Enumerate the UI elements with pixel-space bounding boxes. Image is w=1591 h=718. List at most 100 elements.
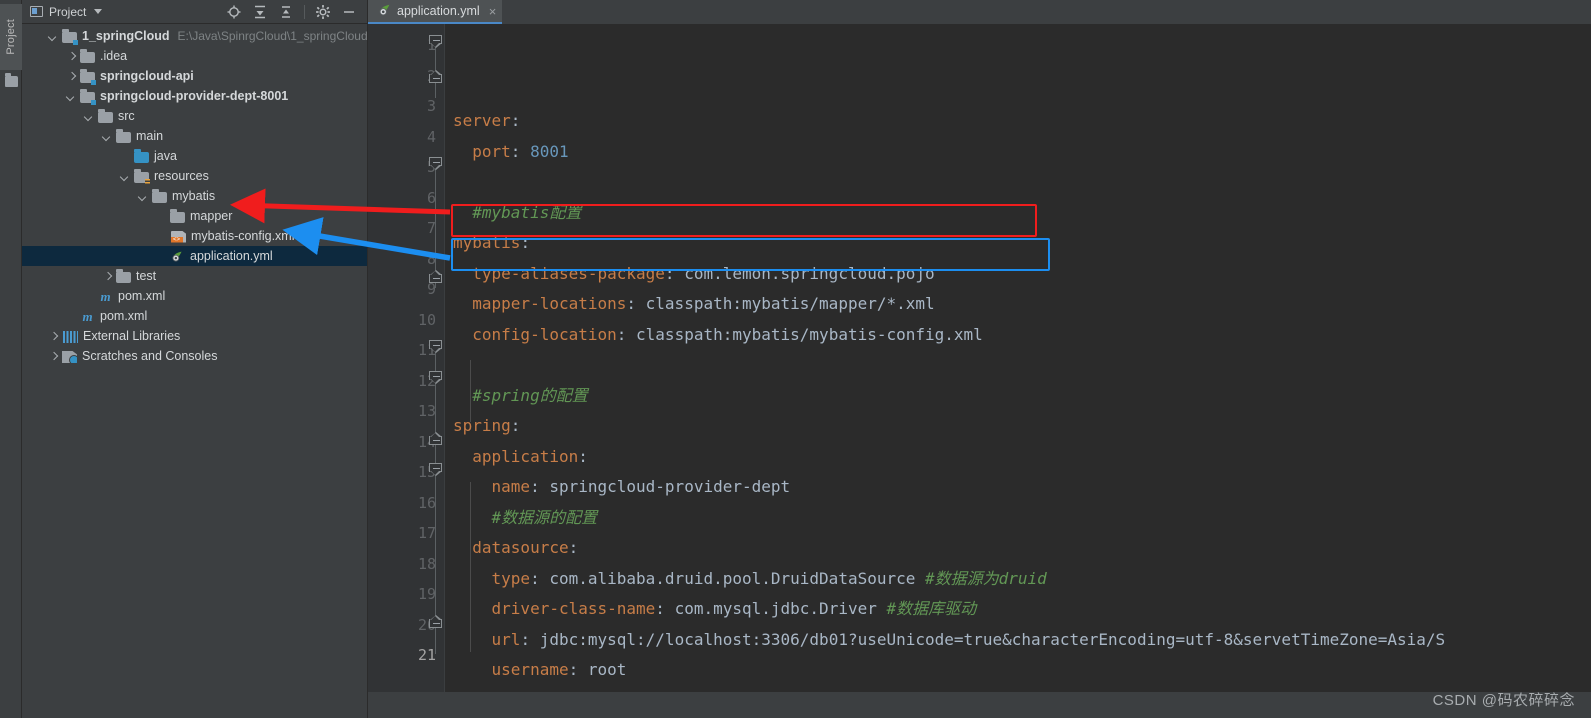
tree-row-external-libraries[interactable]: External Libraries xyxy=(22,326,367,346)
tree-row-mybatis[interactable]: mybatis xyxy=(22,186,367,206)
code-content[interactable]: server: port: 8001 #mybatis配置 mybatis: ty… xyxy=(444,24,1591,692)
code-token: application xyxy=(453,446,579,466)
chevron-right-icon[interactable] xyxy=(48,351,59,362)
code-token: com.lemon.springcloud.pojo xyxy=(684,263,935,283)
tree-row-springcloud-provider-dept-8001[interactable]: springcloud-provider-dept-8001 xyxy=(22,86,367,106)
folder-mod-icon xyxy=(62,28,78,45)
tree-row-label: mybatis-config.xml xyxy=(191,229,295,243)
code-line-14[interactable]: #数据源的配置 xyxy=(445,503,1591,534)
code-line-4[interactable]: #mybatis配置 xyxy=(445,198,1591,229)
code-token: springcloud-provider-dept xyxy=(549,477,791,496)
folder-mod-icon xyxy=(80,68,96,85)
code-token: : xyxy=(530,568,550,588)
code-token: name xyxy=(453,477,531,496)
tree-row-mapper[interactable]: mapper xyxy=(22,206,367,226)
chevron-right-icon[interactable] xyxy=(66,71,77,82)
tree-row-mybatis-config-xml[interactable]: mybatis-config.xml xyxy=(22,226,367,246)
tree-row-label: test xyxy=(136,269,157,283)
select-opened-file-icon[interactable] xyxy=(226,4,242,20)
fold-marker-line-11[interactable] xyxy=(429,340,442,353)
code-line-2[interactable]: port: 8001 xyxy=(445,137,1591,168)
chevron-down-icon[interactable] xyxy=(102,131,113,142)
scratch-icon xyxy=(62,351,77,363)
code-line-3[interactable] xyxy=(445,167,1591,198)
fold-guide-line xyxy=(435,349,436,654)
chevron-down-icon[interactable] xyxy=(66,91,77,102)
folder-icon xyxy=(152,188,167,203)
hide-icon[interactable] xyxy=(341,4,357,20)
tree-row-label: application.yml xyxy=(190,249,273,263)
chevron-right-icon[interactable] xyxy=(48,331,59,342)
chevron-down-icon[interactable] xyxy=(120,171,131,182)
code-line-5[interactable]: mybatis: xyxy=(445,228,1591,259)
code-token: #mybatis配置 xyxy=(453,202,582,222)
code-token: #数据源为druid xyxy=(925,568,1047,588)
chevron-down-icon[interactable] xyxy=(94,9,103,14)
tree-row-java[interactable]: java xyxy=(22,146,367,166)
project-tree[interactable]: 1_springCloud E:\Java\SpinrgCloud\1_sprin… xyxy=(22,24,367,718)
code-line-7[interactable]: mapper-locations: classpath:mybatis/mapp… xyxy=(445,289,1591,320)
code-token: #数据库驱动 xyxy=(886,599,977,618)
fold-marker-line-15[interactable] xyxy=(429,463,442,476)
fold-marker-line-5[interactable] xyxy=(429,157,442,170)
code-folding-column[interactable] xyxy=(428,30,444,692)
code-line-9[interactable] xyxy=(445,350,1591,381)
tree-row-application-yml[interactable]: application.yml xyxy=(22,246,367,266)
close-icon[interactable]: × xyxy=(489,5,497,18)
tree-row-src[interactable]: src xyxy=(22,106,367,126)
fold-marker-line-1[interactable] xyxy=(429,35,442,48)
code-token: : xyxy=(510,416,521,435)
fold-marker-line-2[interactable] xyxy=(429,70,442,83)
chevron-down-icon[interactable] xyxy=(48,31,59,42)
code-line-1[interactable]: server: xyxy=(445,106,1591,137)
chevron-down-icon[interactable] xyxy=(138,191,149,202)
collapse-all-icon[interactable] xyxy=(278,4,294,20)
code-token: classpath:mybatis/mybatis-config.xml xyxy=(636,324,983,344)
fold-marker-line-12[interactable] xyxy=(429,371,442,384)
code-line-16[interactable]: type: com.alibaba.druid.pool.DruidDataSo… xyxy=(445,564,1591,595)
fold-marker-line-20[interactable] xyxy=(429,615,442,628)
code-token: : xyxy=(626,294,646,313)
code-line-6[interactable]: type-aliases-package: com.lemon.springcl… xyxy=(445,259,1591,290)
code-line-15[interactable]: datasource: xyxy=(445,533,1591,564)
fold-marker-line-14[interactable] xyxy=(429,432,442,445)
code-line-19[interactable]: username: root xyxy=(445,655,1591,686)
tree-row-pom-xml[interactable]: m pom.xml xyxy=(22,286,367,306)
code-token: : xyxy=(520,233,531,252)
tool-window-button-project[interactable]: Project xyxy=(0,4,22,70)
code-line-17[interactable]: driver-class-name: com.mysql.jdbc.Driver… xyxy=(445,594,1591,625)
code-line-11[interactable]: spring: xyxy=(445,411,1591,442)
tab-application-yml[interactable]: application.yml × xyxy=(368,0,503,24)
tree-row-1-springcloud[interactable]: 1_springCloud E:\Java\SpinrgCloud\1_sprin… xyxy=(22,26,367,46)
chevron-down-icon[interactable] xyxy=(84,111,95,122)
tree-row-pom-xml[interactable]: m pom.xml xyxy=(22,306,367,326)
tree-row-springcloud-api[interactable]: springcloud-api xyxy=(22,66,367,86)
folder-icon xyxy=(116,268,131,283)
mfile-icon: m xyxy=(82,308,93,324)
editor-gutter[interactable]: 123456789101112131415161718192021 xyxy=(368,24,444,692)
code-line-8[interactable]: config-location: classpath:mybatis/mybat… xyxy=(445,320,1591,351)
project-tool-window: Project 1_springCloud E:\Java\SpinrgClou… xyxy=(22,0,368,718)
expand-all-icon[interactable] xyxy=(252,4,268,20)
fold-marker-line-8[interactable] xyxy=(429,270,442,283)
folder-icon[interactable] xyxy=(5,73,18,87)
tree-row--idea[interactable]: .idea xyxy=(22,46,367,66)
code-token: : xyxy=(510,141,531,161)
settings-gear-icon[interactable] xyxy=(315,4,331,20)
tree-row-main[interactable]: main xyxy=(22,126,367,146)
tree-row-scratches-and-consoles[interactable]: Scratches and Consoles xyxy=(22,346,367,366)
project-panel-title-group[interactable]: Project xyxy=(30,5,103,19)
code-line-13[interactable]: name: springcloud-provider-dept xyxy=(445,472,1591,503)
code-line-18[interactable]: url: jdbc:mysql://localhost:3306/db01?us… xyxy=(445,625,1591,656)
folder-icon xyxy=(80,48,95,63)
tree-row-resources[interactable]: resources xyxy=(22,166,367,186)
chevron-right-icon[interactable] xyxy=(66,51,77,62)
chevron-right-icon[interactable] xyxy=(102,271,113,282)
tree-row-test[interactable]: test xyxy=(22,266,367,286)
code-line-10[interactable]: #spring的配置 xyxy=(445,381,1591,412)
code-token: type-aliases-package xyxy=(453,263,665,283)
code-line-20[interactable]: password: root xyxy=(445,686,1591,693)
code-line-12[interactable]: application: xyxy=(445,442,1591,473)
xmlf-icon xyxy=(171,230,186,243)
code-token: driver-class-name xyxy=(453,599,656,618)
